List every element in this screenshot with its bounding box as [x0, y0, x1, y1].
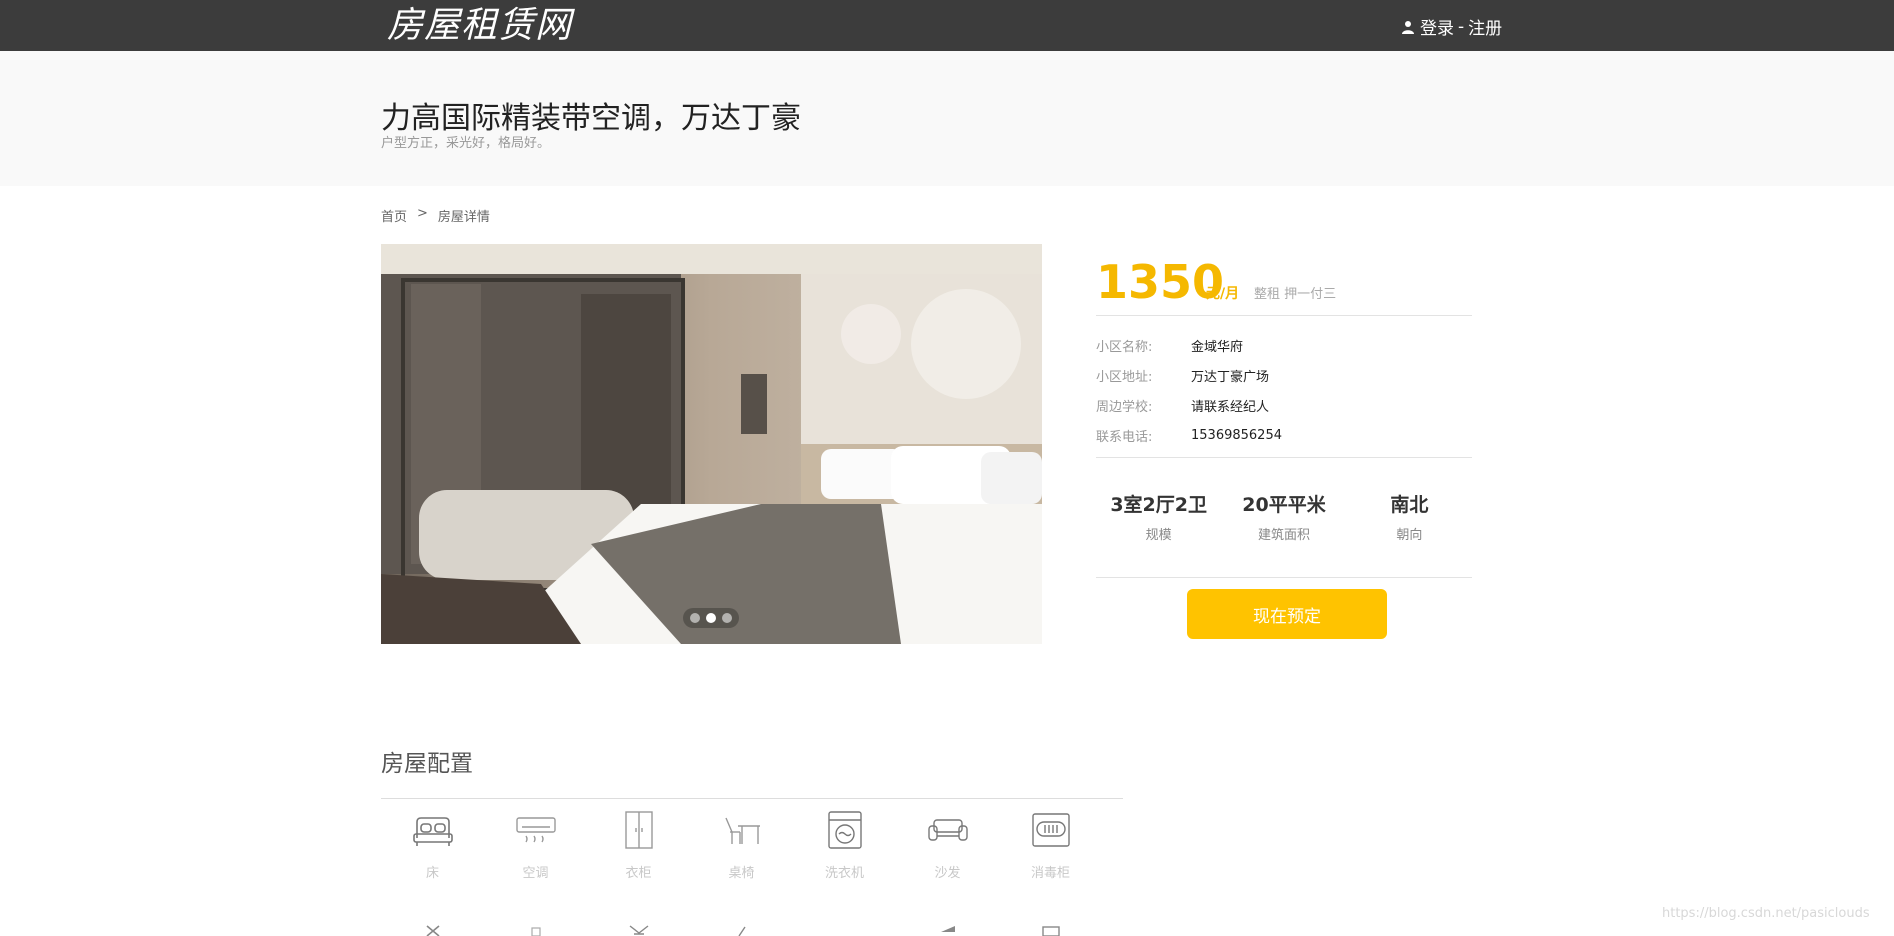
config-list: 床 空调 衣柜 桌椅 洗衣机 沙发 消毒柜	[381, 808, 1123, 881]
listing-title: 力高国际精装带空调，万达丁豪	[381, 101, 801, 136]
config-item-partial	[484, 924, 587, 936]
cross-icon	[425, 925, 440, 936]
config-label: 沙发	[934, 866, 961, 881]
title-band: 力高国际精装带空调，万达丁豪 户型方正，采光好，格局好。	[0, 51, 1894, 186]
photo-carousel[interactable]	[381, 244, 1042, 644]
fan-icon	[940, 926, 955, 932]
sterilizer-icon	[1031, 813, 1070, 847]
user-icon	[1402, 20, 1414, 34]
detail-label: 周边学校:	[1096, 399, 1153, 415]
breadcrumb-home[interactable]: 首页	[381, 206, 407, 225]
washing-machine-icon	[827, 811, 862, 849]
config-list-row-2	[381, 924, 1123, 936]
config-item-partial	[793, 924, 896, 936]
rent-price: 1350	[1096, 255, 1225, 309]
config-item-bed: 床	[381, 808, 484, 881]
config-item-sterilizer: 消毒柜	[999, 808, 1102, 881]
detail-value: 请联系经纪人	[1191, 399, 1270, 415]
config-label: 桌椅	[728, 866, 755, 881]
login-link[interactable]: 登录	[1420, 14, 1454, 39]
detail-value: 15369856254	[1191, 427, 1282, 443]
breadcrumb-current: 房屋详情	[437, 210, 490, 225]
price-unit: 元/月	[1206, 286, 1240, 302]
stat-value: 3室2厅2卫	[1110, 494, 1207, 516]
reserve-now-button[interactable]: 现在预定	[1187, 589, 1387, 639]
config-label: 空调	[522, 866, 549, 881]
detail-label: 小区名称:	[1096, 339, 1153, 355]
wardrobe-icon	[624, 811, 653, 849]
config-label: 床	[425, 866, 439, 881]
room-photo	[381, 244, 1042, 644]
detail-label: 小区地址:	[1096, 369, 1153, 385]
site-logo[interactable]: 房屋租赁网	[387, 5, 572, 47]
stat-value: 南北	[1390, 494, 1429, 516]
stat-value: 20平平米	[1242, 494, 1326, 516]
detail-row: 小区名称: 金域华府	[1096, 330, 1472, 360]
stat-label: 规模	[1145, 528, 1172, 543]
breadcrumb-separator: >	[417, 206, 428, 221]
carousel-dot-1[interactable]	[690, 613, 700, 623]
config-item-sofa: 沙发	[896, 808, 999, 881]
rent-terms: 整租 押一付三	[1254, 287, 1337, 302]
stat-area: 20平平米 建筑面积	[1221, 458, 1346, 577]
register-link[interactable]: 注册	[1468, 14, 1502, 39]
auth-links: 登录 - 注册	[1400, 14, 1502, 39]
config-label: 洗衣机	[824, 866, 864, 881]
scissors-icon	[629, 925, 648, 935]
detail-list: 小区名称: 金域华府 小区地址: 万达丁豪广场 周边学校: 请联系经纪人 联系电…	[1096, 316, 1472, 458]
config-item-washing-machine: 洗衣机	[793, 808, 896, 881]
detail-row: 联系电话: 15369856254	[1096, 420, 1472, 450]
bed-icon	[412, 817, 453, 846]
carousel-dot-2[interactable]	[706, 613, 716, 623]
appliance-icon	[1041, 926, 1060, 936]
listing-subtitle: 户型方正，采光好，格局好。	[381, 136, 551, 151]
config-item-wardrobe: 衣柜	[587, 808, 690, 881]
listing-info-panel: 1350 元/月 整租 押一付三 小区名称: 金域华府 小区地址: 万达丁豪广场…	[1096, 244, 1472, 639]
detail-row: 小区地址: 万达丁豪广场	[1096, 360, 1472, 390]
config-item-partial	[381, 924, 484, 936]
detail-label: 联系电话:	[1096, 429, 1153, 445]
breadcrumb: 首页 > 房屋详情	[381, 206, 490, 225]
config-item-partial	[896, 924, 999, 936]
config-label: 衣柜	[625, 866, 652, 881]
sofa-icon	[927, 819, 968, 841]
detail-row: 周边学校: 请联系经纪人	[1096, 390, 1472, 420]
config-item-partial	[587, 924, 690, 936]
air-conditioner-icon	[515, 817, 556, 843]
box-icon	[530, 927, 541, 936]
price-row: 1350 元/月 整租 押一付三	[1096, 244, 1472, 316]
config-divider	[381, 798, 1123, 799]
carousel-indicators	[683, 608, 739, 628]
stat-orientation: 南北 朝向	[1347, 458, 1472, 577]
lamp-icon	[737, 926, 746, 936]
carousel-dot-3[interactable]	[722, 613, 732, 623]
top-navbar: 房屋租赁网 登录 - 注册	[0, 0, 1894, 51]
stat-layout: 3室2厅2卫 规模	[1096, 458, 1221, 577]
blank-icon	[830, 924, 860, 936]
config-item-partial	[999, 924, 1102, 936]
stats-row: 3室2厅2卫 规模 20平平米 建筑面积 南北 朝向	[1096, 458, 1472, 578]
watermark: https://blog.csdn.net/pasiclouds	[1662, 906, 1870, 921]
config-item-partial	[690, 924, 793, 936]
auth-separator: -	[1458, 16, 1465, 37]
stat-label: 建筑面积	[1257, 528, 1310, 543]
desk-chair-icon	[724, 817, 760, 844]
config-label: 消毒柜	[1030, 866, 1070, 881]
config-item-desk-chair: 桌椅	[690, 808, 793, 881]
stat-label: 朝向	[1396, 528, 1423, 543]
config-item-air-conditioner: 空调	[484, 808, 587, 881]
detail-value: 万达丁豪广场	[1191, 369, 1270, 385]
config-section-title: 房屋配置	[381, 751, 473, 777]
detail-value: 金域华府	[1191, 339, 1244, 355]
